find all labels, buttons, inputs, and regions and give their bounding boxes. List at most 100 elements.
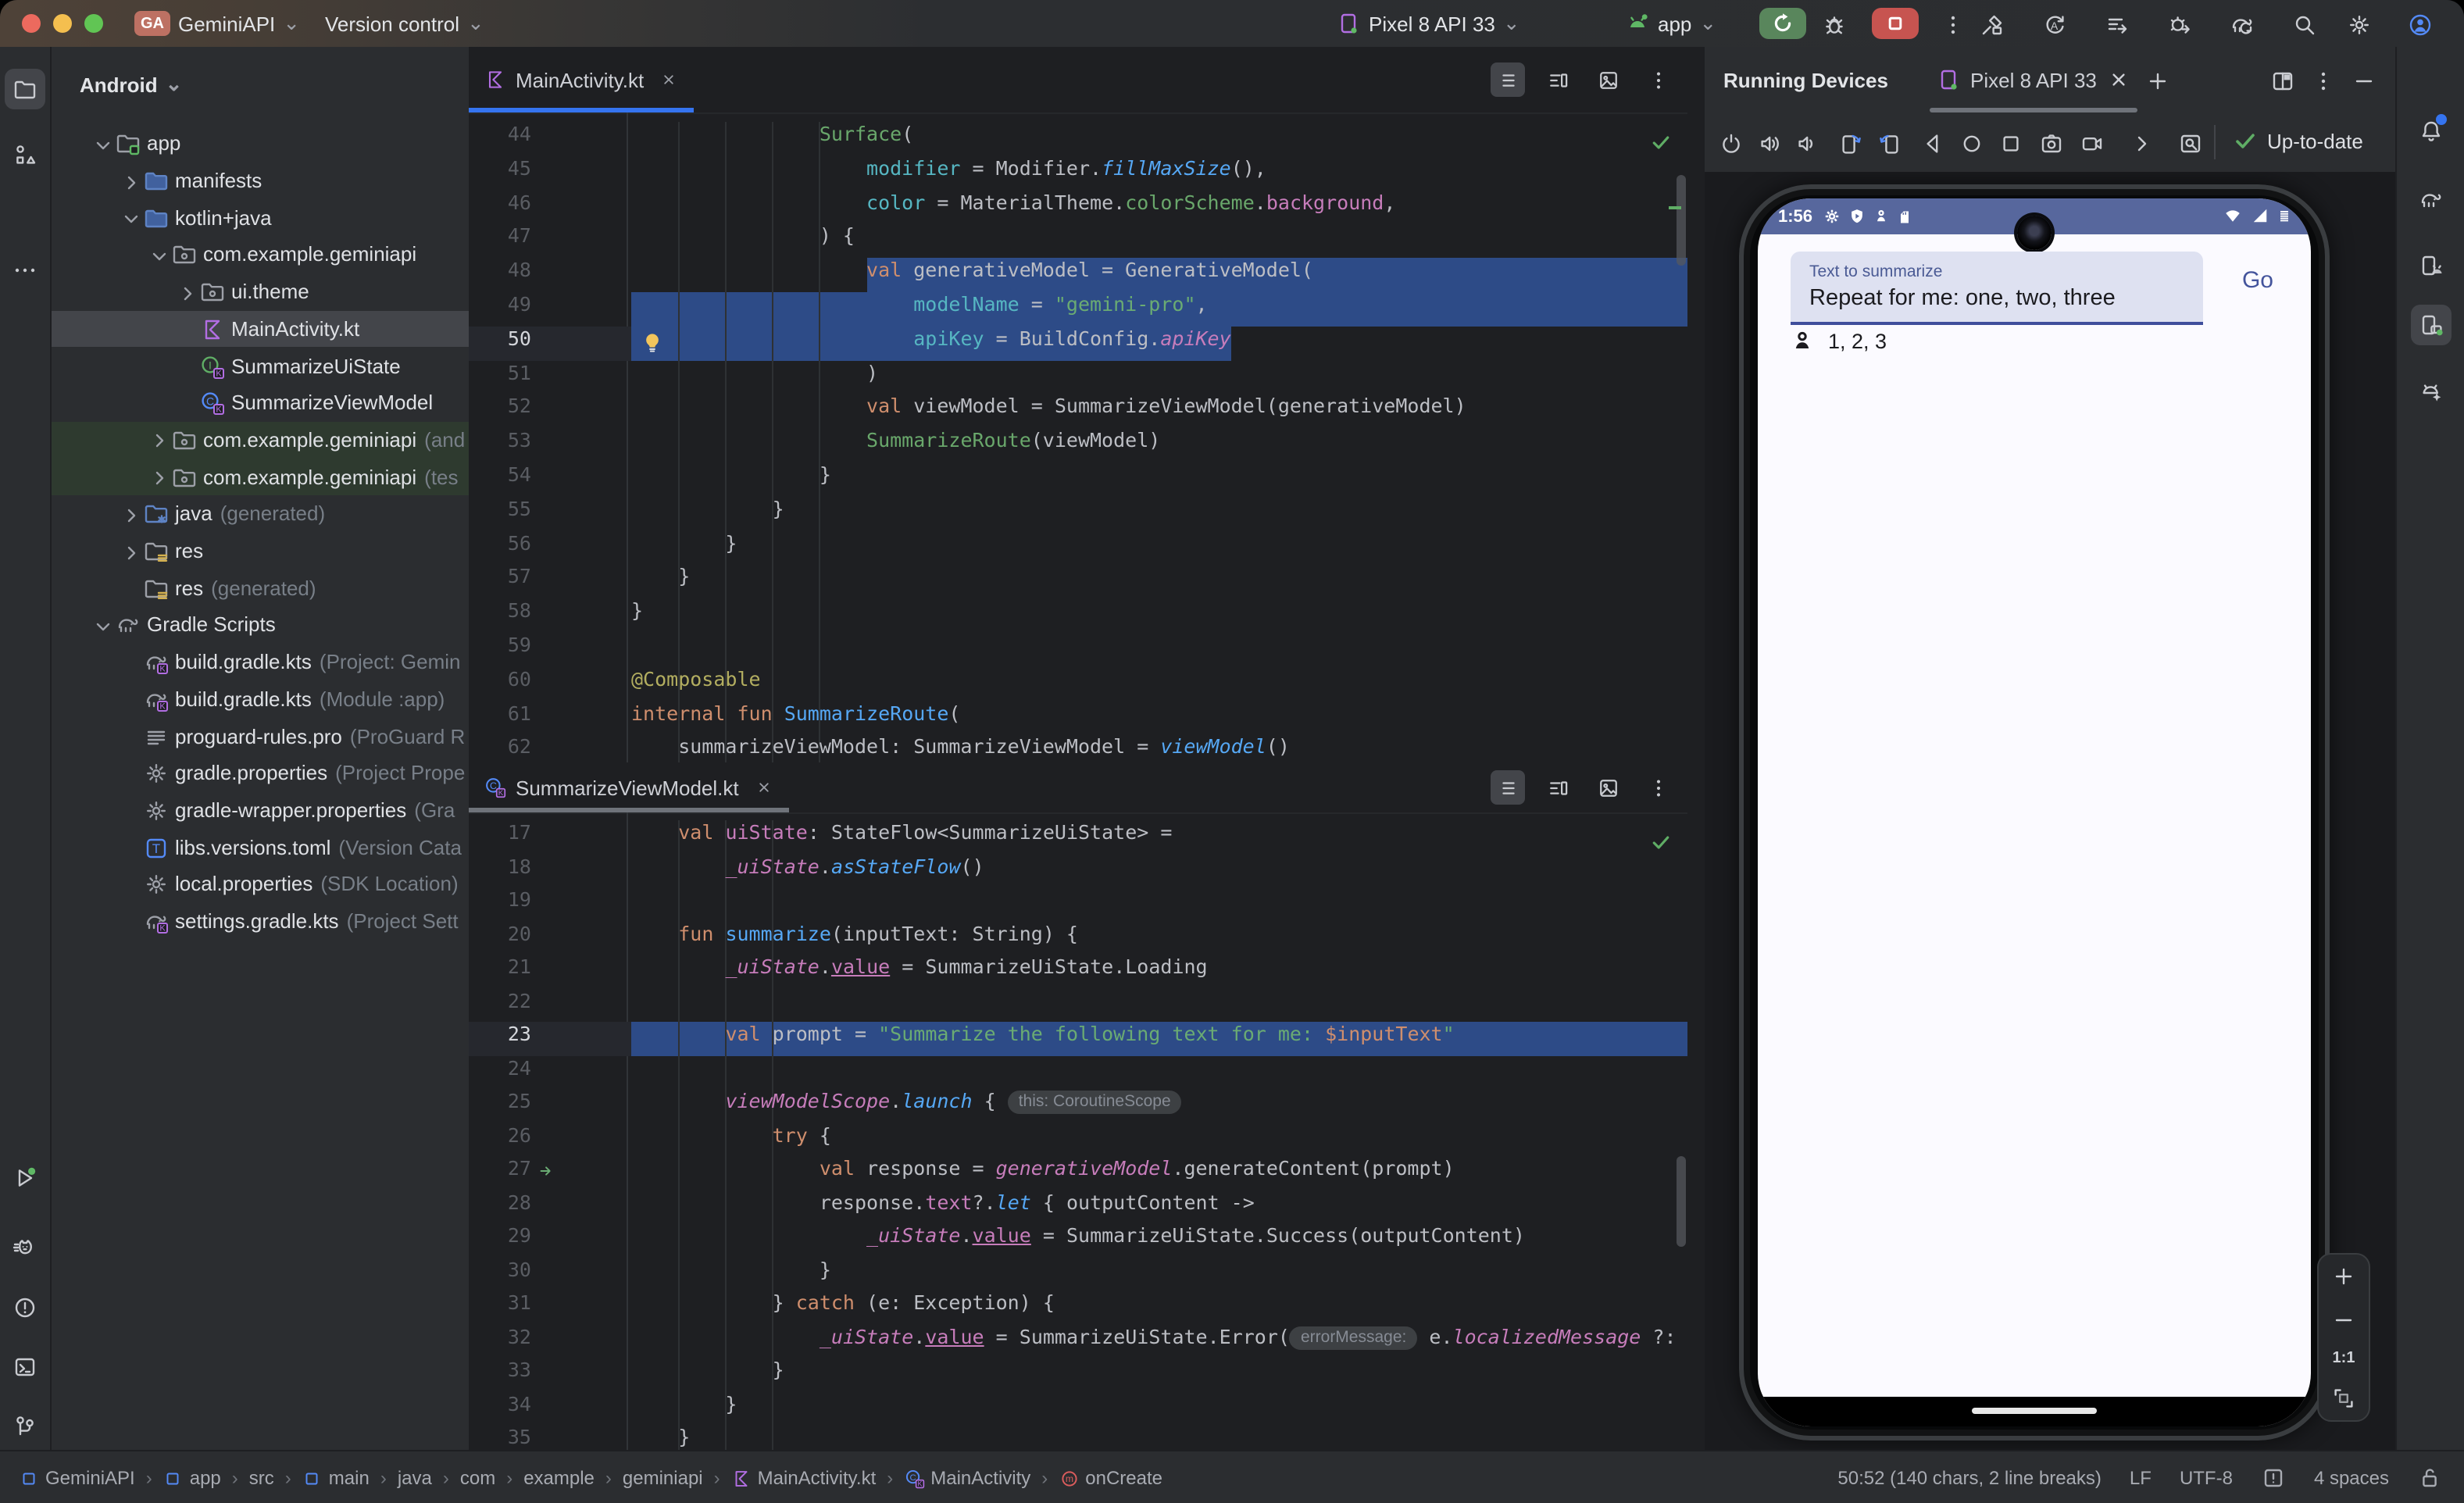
- code-line-55[interactable]: 55 }: [469, 497, 1687, 531]
- debug-button[interactable]: [1822, 11, 1847, 36]
- breadcrumb-item-geminiapi[interactable]: GeminiAPI: [19, 1467, 135, 1489]
- code-line-44[interactable]: 44 Surface(: [469, 122, 1687, 156]
- stop-button[interactable]: [1872, 8, 1919, 39]
- tree-item-app[interactable]: app: [52, 125, 469, 162]
- code-line-57[interactable]: 57 }: [469, 565, 1687, 599]
- code-line-26[interactable]: 26 try {: [469, 1123, 1687, 1156]
- tree-item-gradle-properties[interactable]: gradle.properties(Project Prope: [52, 755, 469, 791]
- code-line-31[interactable]: 31 } catch (e: Exception) {: [469, 1291, 1687, 1324]
- tree-item-mainactivity-kt[interactable]: MainActivity.kt: [52, 310, 469, 347]
- tool-window-notifications-button[interactable]: [2411, 111, 2452, 152]
- caret-position[interactable]: 50:52 (140 chars, 2 line breaks): [1837, 1467, 2102, 1489]
- run-config-selector[interactable]: app ⌄: [1625, 0, 1716, 47]
- code-line-25[interactable]: 25 viewModelScope.launch { this: Corouti…: [469, 1089, 1687, 1123]
- chevron-down-icon[interactable]: [91, 614, 112, 636]
- inspections-ok-icon[interactable]: [1650, 131, 1672, 153]
- preview-button[interactable]: [1591, 770, 1625, 805]
- chevron-down-icon[interactable]: [91, 133, 112, 155]
- chevron-down-icon[interactable]: [119, 206, 141, 228]
- volume-down-button[interactable]: [1795, 130, 1820, 155]
- tree-item-proguard-rules-pro[interactable]: proguard-rules.pro(ProGuard R: [52, 717, 469, 754]
- tree-item-ui-theme[interactable]: ui.theme: [52, 273, 469, 310]
- code-line-60[interactable]: 60@Composable: [469, 667, 1687, 702]
- volume-up-button[interactable]: [1758, 130, 1783, 155]
- breadcrumb-item-mainactivity-kt[interactable]: MainActivity.kt: [731, 1467, 877, 1489]
- code-line-52[interactable]: 52 val viewModel = SummarizeViewModel(ge…: [469, 394, 1687, 429]
- split-view-button[interactable]: [1541, 770, 1575, 805]
- intention-bulb-icon[interactable]: [641, 331, 664, 355]
- settings-button[interactable]: [2347, 11, 2372, 36]
- tree-item-com-example-geminiapi[interactable]: com.example.geminiapi: [52, 236, 469, 273]
- tool-window-logcat-button[interactable]: [5, 1228, 45, 1269]
- code-line-17[interactable]: 17 val uiState: StateFlow<SummarizeUiSta…: [469, 820, 1687, 854]
- build-button[interactable]: [1980, 11, 2005, 36]
- profile-button[interactable]: [2408, 11, 2433, 36]
- close-icon[interactable]: [659, 70, 678, 89]
- code-line-45[interactable]: 45 modifier = Modifier.fillMaxSize(),: [469, 156, 1687, 191]
- chevron-down-icon[interactable]: [147, 244, 169, 266]
- go-button[interactable]: Go: [2220, 267, 2295, 294]
- back-button[interactable]: [1920, 130, 1945, 155]
- add-device-button[interactable]: [2145, 67, 2170, 92]
- tree-item-local-properties[interactable]: local.properties(SDK Location): [52, 866, 469, 902]
- tree-item-java[interactable]: java(generated): [52, 495, 469, 532]
- gradle-sync-button[interactable]: [2230, 11, 2255, 36]
- tree-item-res[interactable]: res: [52, 532, 469, 569]
- hide-panel-button[interactable]: [2352, 67, 2377, 92]
- editor-scrollbar[interactable]: [1677, 175, 1686, 266]
- chevron-right-icon[interactable]: [175, 280, 197, 302]
- code-line-49[interactable]: 49 modelName = "gemini-pro",: [469, 292, 1687, 327]
- tree-item-libs-versions-toml[interactable]: Tlibs.versions.toml(Version Cata: [52, 829, 469, 866]
- screenshot-button[interactable]: [2039, 130, 2064, 155]
- rerun-button[interactable]: [1759, 8, 1806, 39]
- chevron-right-icon[interactable]: [119, 503, 141, 525]
- tree-item-summarizeviewmodel[interactable]: CKSummarizeViewModel: [52, 384, 469, 421]
- chevron-right-icon[interactable]: [119, 540, 141, 562]
- breadcrumb-item-example[interactable]: example: [523, 1467, 595, 1489]
- editor-tab-summarizeviewmodel-kt[interactable]: CKSummarizeViewModel.kt: [469, 762, 789, 812]
- code-line-58[interactable]: 58}: [469, 598, 1687, 633]
- chevron-right-icon[interactable]: [147, 429, 169, 451]
- apply-changes-button[interactable]: A: [2042, 11, 2067, 36]
- breadcrumb-item-java[interactable]: java: [398, 1467, 432, 1489]
- breadcrumb-item-com[interactable]: com: [460, 1467, 495, 1489]
- breadcrumb-item-app[interactable]: app: [163, 1467, 221, 1489]
- code-line-50[interactable]: 50 apiKey = BuildConfig.apiKey: [469, 327, 1687, 361]
- tree-item-res[interactable]: res(generated): [52, 569, 469, 606]
- code-line-20[interactable]: 20 fun summarize(inputText: String) {: [469, 921, 1687, 955]
- code-area[interactable]: 44 Surface(45 modifier = Modifier.fillMa…: [469, 112, 1687, 762]
- editor-tab-mainactivity-kt[interactable]: MainActivity.kt: [469, 47, 694, 112]
- attach-debugger-button[interactable]: [2167, 11, 2192, 36]
- home-button[interactable]: [1959, 130, 1984, 155]
- code-line-34[interactable]: 34 }: [469, 1391, 1687, 1425]
- list-view-button[interactable]: [1491, 770, 1525, 805]
- code-area[interactable]: 17 val uiState: StateFlow<SummarizeUiSta…: [469, 812, 1687, 1450]
- gesture-pill[interactable]: [1972, 1408, 2097, 1414]
- tree-item-build-gradle-kts[interactable]: Kbuild.gradle.kts(Module :app): [52, 680, 469, 717]
- code-line-28[interactable]: 28 response.text?.let { outputContent ->: [469, 1190, 1687, 1223]
- tool-window-gemini-button[interactable]: [2411, 370, 2452, 411]
- chevron-right-icon[interactable]: [119, 170, 141, 191]
- code-line-53[interactable]: 53 SummarizeRoute(viewModel): [469, 428, 1687, 462]
- apply-code-changes-button[interactable]: [2105, 11, 2130, 36]
- editor-scrollbar[interactable]: [1677, 1156, 1686, 1247]
- tree-item-build-gradle-kts[interactable]: Kbuild.gradle.kts(Project: Gemin: [52, 644, 469, 680]
- code-line-46[interactable]: 46 color = MaterialTheme.colorScheme.bac…: [469, 190, 1687, 224]
- split-view-button[interactable]: [1541, 62, 1575, 97]
- kebab-button[interactable]: [1641, 770, 1675, 805]
- breadcrumb-item-oncreate[interactable]: monCreate: [1059, 1467, 1162, 1489]
- close-icon[interactable]: [2106, 67, 2131, 92]
- code-line-22[interactable]: 22: [469, 988, 1687, 1022]
- code-line-30[interactable]: 30 }: [469, 1257, 1687, 1291]
- breadcrumb-item-geminiapi[interactable]: geminiapi: [623, 1467, 703, 1489]
- project-view-selector[interactable]: Android ⌄: [80, 66, 182, 103]
- tool-window-gradle-button[interactable]: [2411, 180, 2452, 220]
- code-line-47[interactable]: 47 ) {: [469, 224, 1687, 259]
- tree-item-kotlin-java[interactable]: kotlin+java: [52, 199, 469, 236]
- tool-window-structure-button[interactable]: [5, 134, 45, 175]
- code-line-62[interactable]: 62 summarizeViewModel: SummarizeViewMode…: [469, 735, 1687, 762]
- tool-window-terminal-button[interactable]: [5, 1347, 45, 1387]
- rotate-left-button[interactable]: [1837, 130, 1862, 155]
- code-line-54[interactable]: 54 }: [469, 462, 1687, 497]
- indent-setting[interactable]: 4 spaces: [2314, 1467, 2389, 1489]
